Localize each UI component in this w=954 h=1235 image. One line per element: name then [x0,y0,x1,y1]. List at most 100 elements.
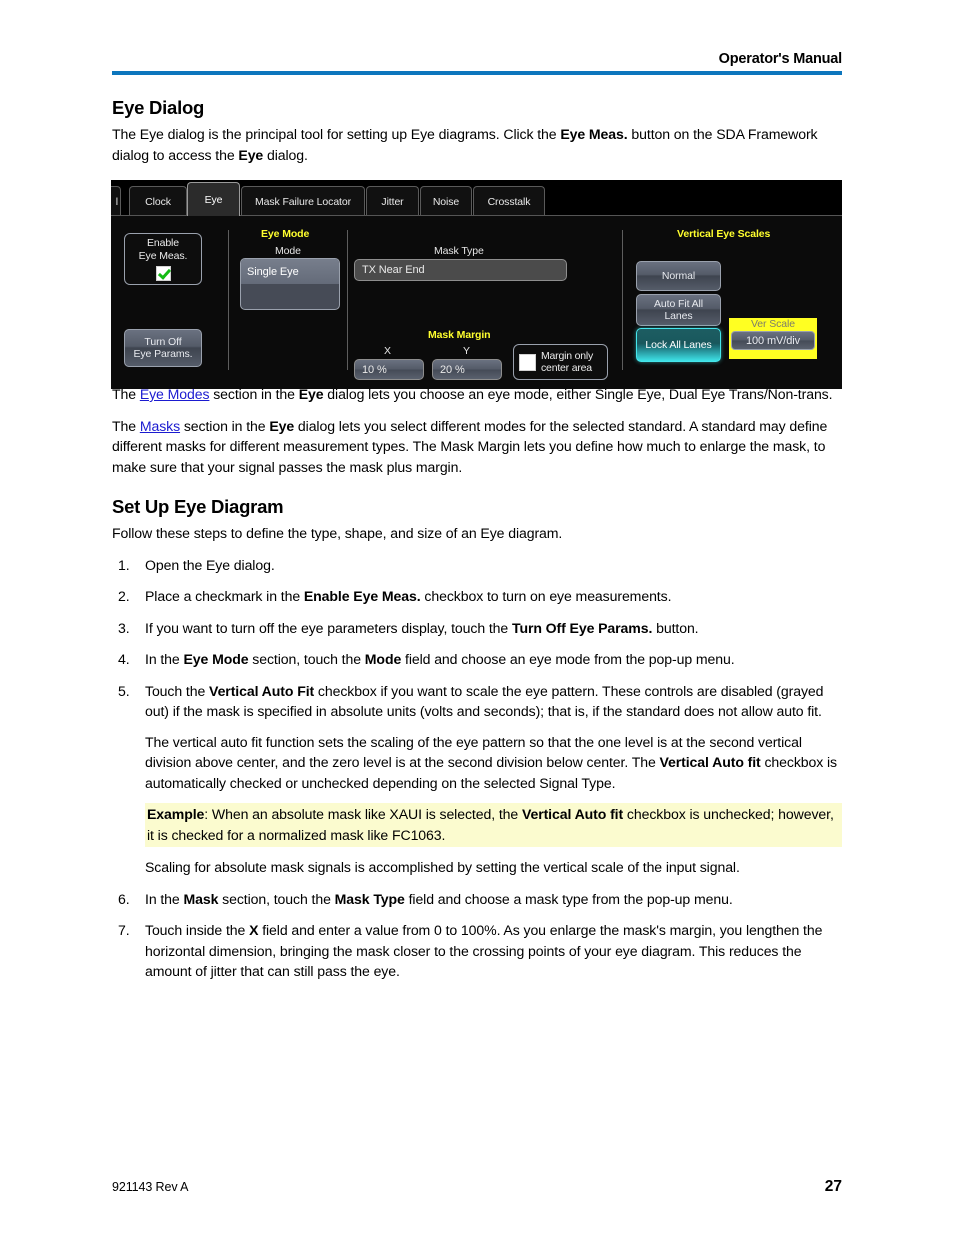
intro-text-3: dialog. [263,146,308,163]
example-callout: Example: When an absolute mask like XAUI… [145,803,842,847]
setup-steps-list: Open the Eye dialog. Place a checkmark i… [112,555,842,982]
masks-text-1: The [112,417,140,434]
footer-page-number: 27 [824,1178,842,1195]
header-title: Operator's Manual [718,51,843,67]
normal-button[interactable]: Normal [636,261,721,291]
ver-scale-group[interactable]: Ver Scale 100 mV/div [729,318,817,359]
step-5-paragraph-4: Scaling for absolute mask signals is acc… [145,859,740,875]
lock-all-lanes-label: Lock All Lanes [645,339,712,351]
step-2-text-c: checkbox to turn on eye measurements. [420,588,672,604]
normal-button-label: Normal [661,270,696,282]
tab-mask-failure-locator-label: Mask Failure Locator [254,195,352,208]
tab-crosstalk-label: Crosstalk [487,195,531,208]
masks-paragraph: The Masks section in the Eye dialog lets… [112,416,842,478]
mask-margin-group-label: Mask Margin [428,329,491,341]
step-7-text-a: Touch inside the [145,922,250,938]
margin-only-line1: Margin only [541,349,594,362]
step-4-text-a: In the [145,651,184,667]
intro-bold-eye: Eye [238,146,264,163]
step-4-bold-2: Mode [364,651,402,667]
tab-mask-failure-locator[interactable]: Mask Failure Locator [241,186,365,216]
margin-only-line2: center area [541,362,592,374]
turn-off-line2: Eye Params. [133,348,193,360]
auto-fit-line1: Auto Fit All [654,298,703,310]
mask-margin-y-field[interactable]: 20 % [432,359,502,380]
step-5-p2-bold: Vertical Auto fit [659,754,761,770]
list-item: Touch the Vertical Auto Fit checkbox if … [112,681,842,878]
step-3-text-a: If you want to turn off the eye paramete… [145,619,512,636]
page-title-set-up-eye-diagram: Set Up Eye Diagram [112,496,284,517]
enable-eye-meas-label-line2: Eye Meas. [138,250,188,262]
separator-1 [228,230,229,370]
step-4-bold-1: Eye Mode [183,651,249,667]
list-item: In the Mask section, touch the Mask Type… [112,889,842,910]
link-masks[interactable]: Masks [140,418,180,434]
enable-eye-meas-checkbox[interactable] [155,266,171,281]
page-footer: 921143 Rev A 27 [112,1178,842,1196]
step-5-text-a: Touch the [145,682,210,699]
turn-off-eye-params-button[interactable]: Turn Off Eye Params. [124,329,202,367]
auto-fit-all-lanes-button[interactable]: Auto Fit All Lanes [636,294,721,326]
step-6-bold-2: Mask Type [334,890,405,907]
step-4-text-c: field and choose an eye mode from the po… [401,651,735,667]
mode-listbox[interactable]: Single Eye [240,258,340,310]
setup-intro-paragraph: Follow these steps to define the type, s… [112,525,563,541]
list-item: In the Eye Mode section, touch the Mode … [112,649,842,670]
tab-partial-left[interactable]: l [111,186,121,216]
example-label: Example [147,806,205,822]
step-2-bold: Enable Eye Meas. [303,588,421,604]
margin-only-center-area-checkbox[interactable] [519,353,536,371]
lock-all-lanes-button[interactable]: Lock All Lanes [636,328,721,362]
tab-jitter-label: Jitter [381,195,404,208]
dialog-panel: Enable Eye Meas. Turn Off Eye Params. Ey… [111,215,842,389]
tab-jitter[interactable]: Jitter [366,186,419,216]
masks-bold-eye: Eye [269,417,295,434]
step-3-text-c: button. [652,619,699,636]
mask-type-label: Mask Type [434,245,484,257]
eye-mode-group-label: Eye Mode [261,228,310,240]
enable-eye-meas-label-line1: Enable [146,237,180,249]
tab-noise[interactable]: Noise [420,186,472,216]
margin-only-center-area-group[interactable]: Margin only center area [513,344,608,380]
mask-margin-x-value: 10 % [362,363,387,376]
margin-only-center-area-label: Margin only center area [541,350,593,375]
page-header: Operator's Manual [112,50,842,75]
mask-margin-x-field[interactable]: 10 % [354,359,424,380]
tab-partial-left-label: l [115,195,118,208]
enable-eye-meas-group[interactable]: Enable Eye Meas. [124,233,202,285]
step-7-bold-1: X [249,922,259,938]
ver-scale-value-field[interactable]: 100 mV/div [731,331,815,350]
separator-3 [622,230,623,370]
ver-scale-label: Ver Scale [750,318,796,330]
step-6-text-b: section, touch the [218,890,335,907]
page-title-eye-dialog: Eye Dialog [112,97,205,118]
eye-dialog-intro-paragraph: The Eye dialog is the principal tool for… [112,124,842,165]
mask-margin-x-label: X [384,345,391,357]
step-1-text: Open the Eye dialog. [145,556,275,573]
step-2-text-a: Place a checkmark in the [145,588,304,604]
mask-margin-y-label: Y [463,345,470,357]
mode-option-selected[interactable]: Single Eye [241,259,339,284]
mask-margin-y-value: 20 % [440,363,465,376]
step-5-paragraph-1: Touch the Vertical Auto Fit checkbox if … [145,681,842,722]
tab-clock[interactable]: Clock [129,186,187,216]
tab-eye[interactable]: Eye [187,182,240,216]
list-item: Place a checkmark in the Enable Eye Meas… [112,586,842,607]
ver-scale-value: 100 mV/div [745,334,801,347]
mode-field-label: Mode [275,245,301,257]
example-text-a: : When an absolute mask like XAUI is sel… [204,806,522,822]
mask-type-value: TX Near End [362,264,425,276]
step-3-bold: Turn Off Eye Params. [511,619,653,636]
list-item: Touch inside the X field and enter a val… [112,920,842,982]
mode-option-empty[interactable] [241,284,339,309]
list-item: Open the Eye dialog. [112,555,842,576]
step-6-bold-1: Mask [183,890,219,907]
dialog-tab-bar: l Clock Eye Mask Failure Locator Jitter … [111,180,842,216]
header-rule [112,71,842,75]
tab-crosstalk[interactable]: Crosstalk [473,186,545,216]
separator-2 [347,230,348,370]
intro-text-1: The Eye dialog is the principal tool for… [112,126,561,142]
mask-type-field[interactable]: TX Near End [354,259,567,281]
step-5-paragraph-2: The vertical auto fit function sets the … [145,732,842,794]
footer-document-id: 921143 Rev A [112,1180,189,1194]
